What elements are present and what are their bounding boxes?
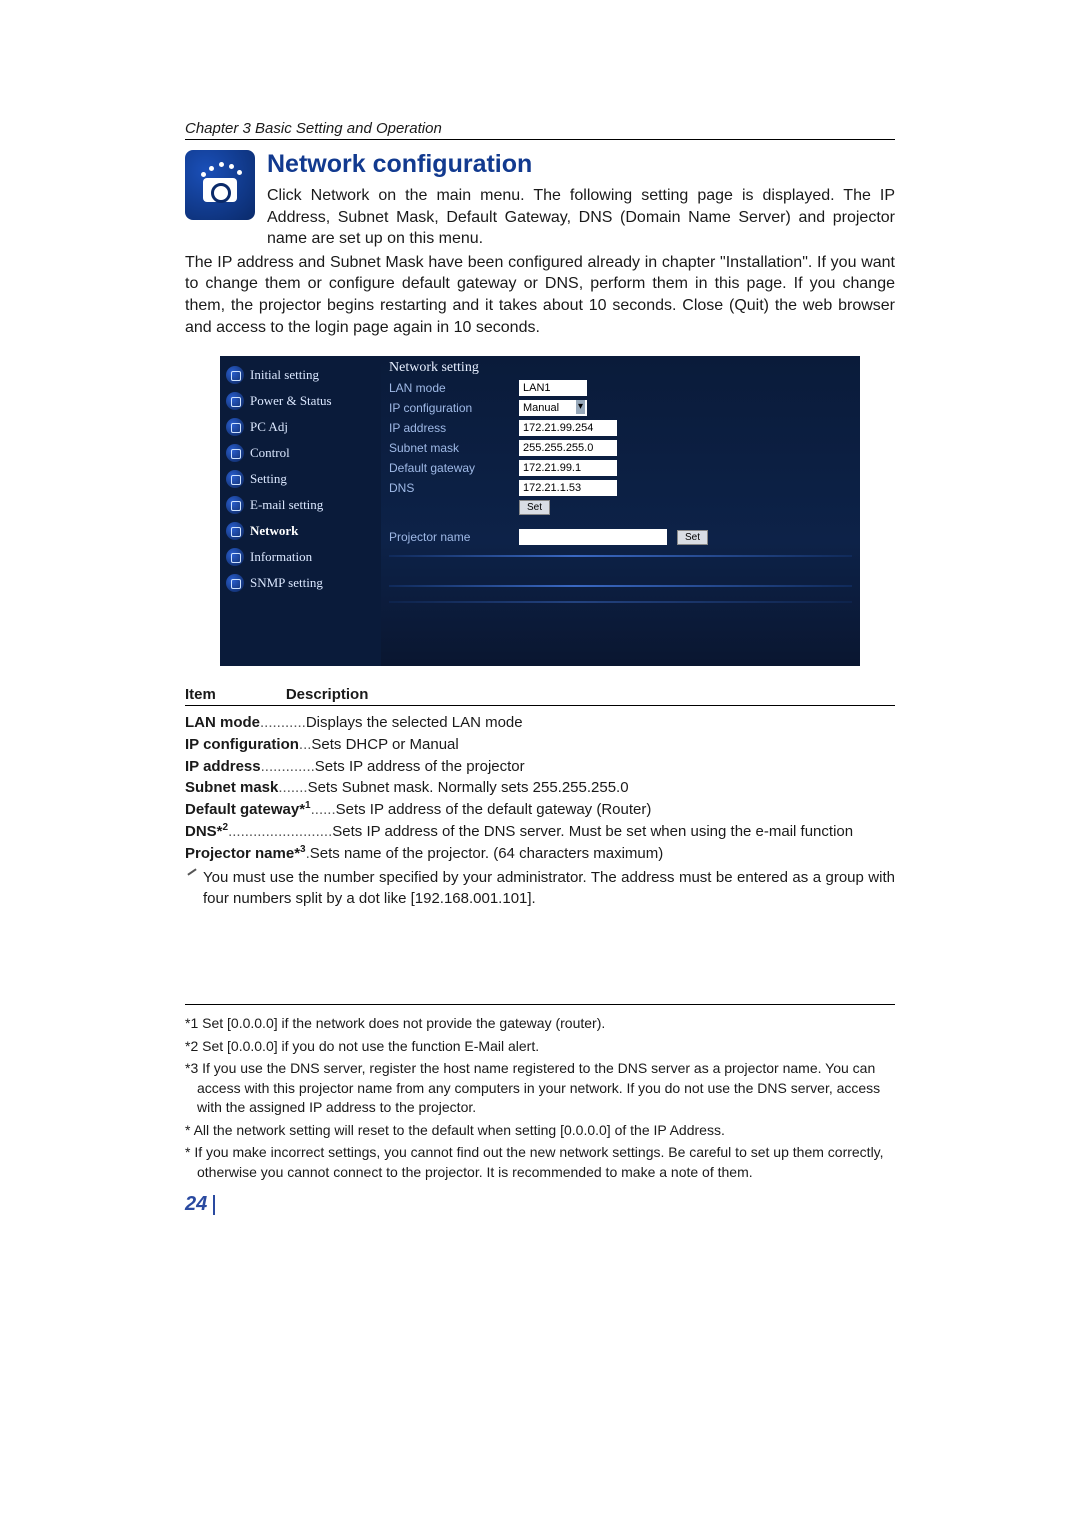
dot-icon xyxy=(226,574,244,592)
def-term: IP address xyxy=(185,756,261,778)
dot-icon xyxy=(226,392,244,410)
set-button[interactable]: Set xyxy=(519,500,550,515)
dns-label: DNS xyxy=(389,481,509,495)
sidebar-item-label: Power & Status xyxy=(250,393,332,409)
def-term: IP configuration xyxy=(185,734,299,756)
sidebar-item-initial[interactable]: Initial setting xyxy=(220,362,380,388)
lan-mode-label: LAN mode xyxy=(389,381,509,395)
def-connector: ............. xyxy=(261,756,315,778)
dot-icon xyxy=(226,366,244,384)
def-connector: ........... xyxy=(260,712,306,734)
footnotes: *1 Set [0.0.0.0] if the network does not… xyxy=(185,1004,895,1183)
sidebar-item-pcadj[interactable]: PC Adj xyxy=(220,414,380,440)
ip-address-label: IP address xyxy=(389,421,509,435)
def-connector: ...... xyxy=(311,799,336,821)
section-title: Network configuration xyxy=(267,150,895,179)
sidebar-item-control[interactable]: Control xyxy=(220,440,380,466)
projector-camera-icon xyxy=(185,150,255,220)
note-text: You must use the number specified by you… xyxy=(203,868,895,909)
sidebar-item-label: E-mail setting xyxy=(250,497,323,513)
panel-divider xyxy=(389,555,852,557)
def-connector: ... xyxy=(299,734,312,756)
sidebar-item-email[interactable]: E-mail setting xyxy=(220,492,380,518)
set-button-2[interactable]: Set xyxy=(677,530,708,545)
def-term: Default gateway*1 xyxy=(185,799,311,821)
lan-mode-value: LAN1 xyxy=(519,380,587,396)
sidebar-item-label: Network xyxy=(250,523,298,539)
footnote: *2 Set [0.0.0.0] if you do not use the f… xyxy=(185,1037,895,1057)
projector-name-input[interactable] xyxy=(519,529,667,545)
projector-name-label: Projector name xyxy=(389,530,509,544)
intro-paragraph-2: The IP address and Subnet Mask have been… xyxy=(185,252,895,338)
definitions-table: Item Description LAN mode...........Disp… xyxy=(185,686,895,909)
def-row: IP configuration...Sets DHCP or Manual xyxy=(185,734,895,756)
network-panel: Network setting LAN mode LAN1 IP configu… xyxy=(380,356,860,666)
sidebar-item-label: SNMP setting xyxy=(250,575,323,591)
sidebar-item-label: Control xyxy=(250,445,290,461)
intro-paragraph-1: Click Network on the main menu. The foll… xyxy=(267,185,895,250)
sidebar-item-information[interactable]: Information xyxy=(220,544,380,570)
sidebar-item-power[interactable]: Power & Status xyxy=(220,388,380,414)
footnote: * If you make incorrect settings, you ca… xyxy=(185,1143,895,1182)
settings-screenshot: Initial setting Power & Status PC Adj Co… xyxy=(220,356,860,666)
footnote: * All the network setting will reset to … xyxy=(185,1121,895,1141)
chapter-heading: Chapter 3 Basic Setting and Operation xyxy=(185,120,895,140)
dns-input[interactable]: 172.21.1.53 xyxy=(519,480,617,496)
sidebar-item-snmp[interactable]: SNMP setting xyxy=(220,570,380,596)
gateway-label: Default gateway xyxy=(389,461,509,475)
sidebar-item-label: Initial setting xyxy=(250,367,319,383)
def-connector: ....... xyxy=(278,777,307,799)
def-desc: Sets IP address of the default gateway (… xyxy=(336,799,652,821)
sidebar-item-label: Information xyxy=(250,549,312,565)
def-desc: Sets IP address of the projector xyxy=(315,756,525,778)
def-row: Projector name*3.Sets name of the projec… xyxy=(185,843,895,865)
sidebar-item-network[interactable]: Network xyxy=(220,518,380,544)
pencil-icon xyxy=(185,868,199,909)
subnet-input[interactable]: 255.255.255.0 xyxy=(519,440,617,456)
ip-config-select[interactable]: Manual xyxy=(519,400,587,416)
def-row: Default gateway*1......Sets IP address o… xyxy=(185,799,895,821)
def-desc: Sets name of the projector. (64 characte… xyxy=(310,843,663,865)
def-row: IP address.............Sets IP address o… xyxy=(185,756,895,778)
panel-divider xyxy=(389,585,852,587)
def-desc: Displays the selected LAN mode xyxy=(306,712,523,734)
ip-address-input[interactable]: 172.21.99.254 xyxy=(519,420,617,436)
page-number: 24 xyxy=(185,1193,895,1216)
dot-icon xyxy=(226,444,244,462)
def-desc: Sets Subnet mask. Normally sets 255.255.… xyxy=(308,777,629,799)
ip-config-label: IP configuration xyxy=(389,401,509,415)
def-row: DNS*2.........................Sets IP ad… xyxy=(185,821,895,843)
footnote: *3 If you use the DNS server, register t… xyxy=(185,1059,895,1118)
def-connector: ......................... xyxy=(228,821,332,843)
sidebar-item-label: Setting xyxy=(250,471,287,487)
def-desc: Sets DHCP or Manual xyxy=(311,734,458,756)
dot-icon xyxy=(226,522,244,540)
panel-heading: Network setting xyxy=(389,360,852,376)
sidebar-item-setting[interactable]: Setting xyxy=(220,466,380,492)
subnet-label: Subnet mask xyxy=(389,441,509,455)
footnote: *1 Set [0.0.0.0] if the network does not… xyxy=(185,1014,895,1034)
def-row: Subnet mask.......Sets Subnet mask. Norm… xyxy=(185,777,895,799)
dot-icon xyxy=(226,418,244,436)
defs-header-desc: Description xyxy=(286,686,369,703)
def-term: LAN mode xyxy=(185,712,260,734)
sidebar-item-label: PC Adj xyxy=(250,419,288,435)
defs-header-item: Item xyxy=(185,686,216,703)
def-term: Projector name*3 xyxy=(185,843,306,865)
dot-icon xyxy=(226,548,244,566)
sidebar: Initial setting Power & Status PC Adj Co… xyxy=(220,356,380,666)
dot-icon xyxy=(226,470,244,488)
gateway-input[interactable]: 172.21.99.1 xyxy=(519,460,617,476)
def-desc: Sets IP address of the DNS server. Must … xyxy=(332,821,853,843)
def-term: DNS*2 xyxy=(185,821,228,843)
panel-divider xyxy=(389,601,852,603)
def-term: Subnet mask xyxy=(185,777,278,799)
def-row: LAN mode...........Displays the selected… xyxy=(185,712,895,734)
dot-icon xyxy=(226,496,244,514)
